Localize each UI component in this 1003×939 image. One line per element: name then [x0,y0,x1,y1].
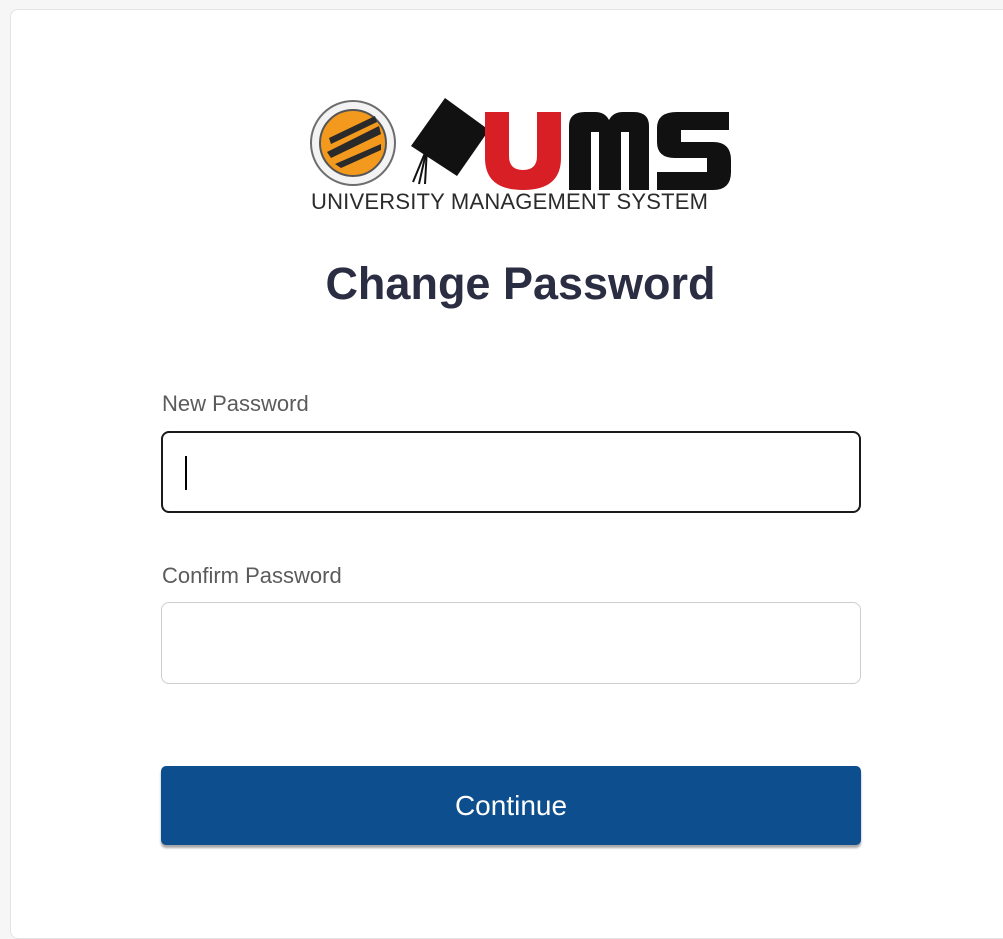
graduation-cap-icon [411,98,489,185]
university-seal-icon [310,100,396,186]
ums-logo: UNIVERSITY MANAGEMENT SYSTEM [299,86,739,226]
confirm-password-field[interactable] [161,602,861,684]
page-title: Change Password [325,258,716,309]
confirm-password-label: Confirm Password [162,563,342,588]
change-password-card: UNIVERSITY MANAGEMENT SYSTEM Change Pass… [10,9,1003,939]
continue-button[interactable]: Continue [161,766,861,845]
new-password-input[interactable] [163,433,859,511]
new-password-label: New Password [162,391,309,416]
text-cursor [185,456,187,490]
logo-tagline: UNIVERSITY MANAGEMENT SYSTEM [311,189,709,214]
confirm-password-input[interactable] [162,603,860,683]
new-password-field[interactable] [161,431,861,513]
